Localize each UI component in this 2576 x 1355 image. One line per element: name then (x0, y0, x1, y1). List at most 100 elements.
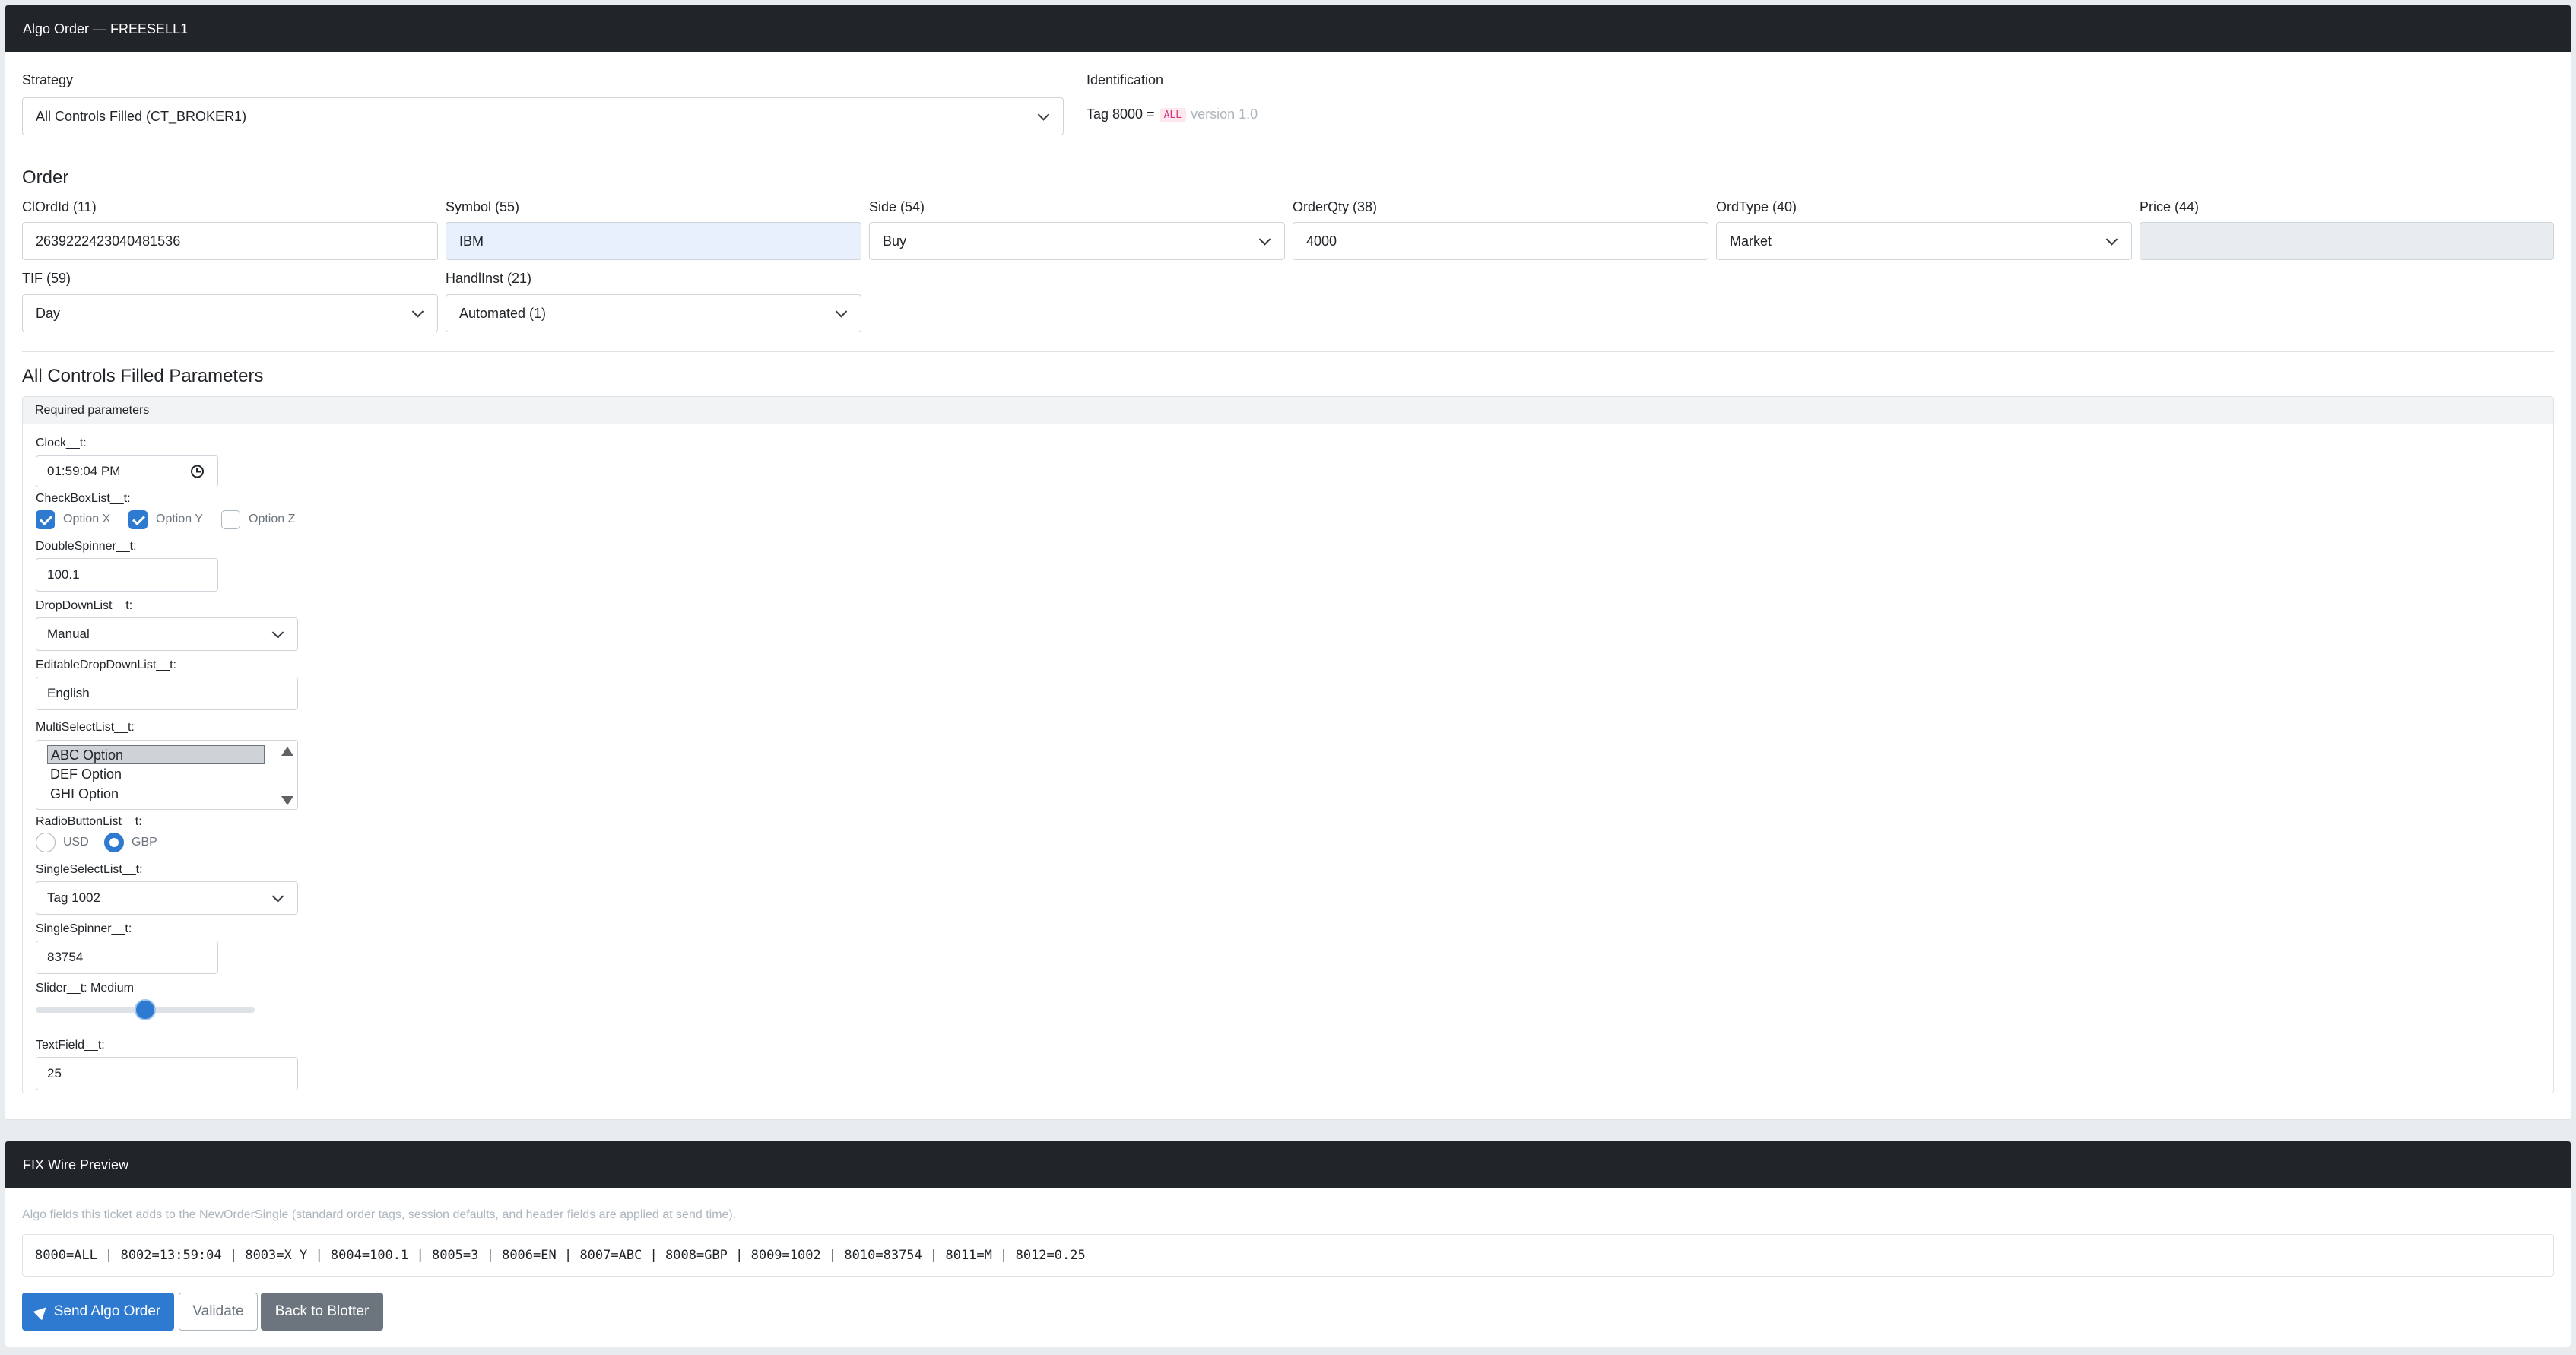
checkboxlist-label: CheckBoxList__t: (36, 492, 131, 505)
clock-value: 01:59:04 PM (47, 464, 121, 478)
doublespinner-label: DoubleSpinner__t: (36, 540, 137, 553)
chevron-down-icon (271, 890, 284, 903)
ordtype-value: Market (1730, 233, 1772, 249)
editabledropdown-label: EditableDropDownList__t: (36, 658, 176, 671)
side-value: Buy (883, 233, 907, 249)
chevron-down-icon (1037, 109, 1050, 121)
symbol-value: IBM (459, 233, 484, 249)
send-icon (33, 1303, 51, 1321)
clordid-input[interactable]: 263922242304048153​6 (22, 222, 438, 260)
scroll-up-icon[interactable] (281, 747, 293, 756)
checkbox-option-y-label: Option Y (156, 512, 203, 525)
radiolist-label: RadioButtonList__t: (36, 815, 142, 828)
radio-gbp[interactable] (104, 833, 124, 852)
checkbox-option-x[interactable] (36, 510, 55, 529)
singlespinner-label: SingleSpinner__t: (36, 922, 132, 935)
fix-note: Algo fields this ticket adds to the NewO… (22, 1208, 737, 1221)
singleselect-value: Tag 1002 (47, 890, 100, 905)
clordid-value: 263922242304048153​6 (36, 233, 181, 249)
fix-wire-preview: 8000=ALL | 8002=13:59:04 | 8003=X Y | 80… (22, 1234, 2554, 1277)
chevron-down-icon (1258, 233, 1271, 246)
card-title: Algo Order — FREESELL1 (23, 21, 189, 36)
fix-preview-card: FIX Wire Preview Algo fields this ticket… (5, 1141, 2571, 1347)
side-select[interactable]: Buy (869, 222, 1285, 260)
order-section-title: Order (22, 167, 69, 188)
doublespinner-input[interactable]: 100.1 (36, 558, 218, 592)
orderqty-label: OrderQty (38) (1293, 199, 1378, 214)
strategy-label: Strategy (22, 72, 74, 87)
fix-card-title: FIX Wire Preview (23, 1157, 129, 1173)
orderqty-value: 4000 (1306, 233, 1337, 249)
card-header: Algo Order — FREESELL1 (5, 5, 2571, 52)
required-parameters-panel: Required parameters (22, 396, 2554, 1093)
handlinst-value: Automated (1) (459, 305, 547, 321)
scroll-down-icon[interactable] (281, 796, 293, 805)
singleselect-select[interactable]: Tag 1002 (36, 881, 298, 915)
tif-select[interactable]: Day (22, 294, 438, 332)
params-section-title: All Controls Filled Parameters (22, 366, 264, 386)
tif-value: Day (36, 305, 61, 321)
symbol-label: Symbol (55) (446, 199, 520, 214)
tag-text: Tag 8000 = (1087, 106, 1155, 122)
clock-input[interactable]: 01:59:04 PM (36, 455, 218, 487)
symbol-input[interactable]: IBM (446, 222, 861, 260)
back-button-label: Back to Blotter (274, 1303, 370, 1319)
multiselect-option-ghi[interactable]: GHI Option (47, 785, 265, 804)
textfield-input[interactable]: 25 (36, 1057, 298, 1090)
multiselect-label: MultiSelectList__t: (36, 721, 135, 734)
checkbox-option-y[interactable] (128, 510, 148, 529)
fix-card-header: FIX Wire Preview (5, 1141, 2571, 1188)
divider (22, 351, 2554, 352)
slider-thumb[interactable] (135, 999, 156, 1020)
send-algo-order-button[interactable]: Send Algo Order (22, 1293, 174, 1331)
clock-icon[interactable] (191, 465, 204, 478)
orderqty-input[interactable]: 4000 (1293, 222, 1708, 260)
tag-value-badge: ALL (1159, 107, 1187, 122)
version-text: version 1.0 (1191, 106, 1258, 122)
doublespinner-value: 100.1 (47, 567, 80, 582)
send-button-label: Send Algo Order (53, 1303, 161, 1319)
ordtype-select[interactable]: Market (1716, 222, 2132, 260)
clock-label: Clock__t: (36, 436, 87, 449)
radio-gbp-label: GBP (132, 836, 157, 849)
handlinst-select[interactable]: Automated (1) (446, 294, 861, 332)
editabledropdown-value: English (47, 686, 90, 700)
required-parameters-header: Required parameters (23, 397, 2553, 424)
textfield-label: TextField__t: (36, 1039, 105, 1052)
editabledropdown-input[interactable]: English (36, 677, 298, 710)
dropdownlist-select[interactable]: Manual (36, 617, 298, 651)
chevron-down-icon (411, 306, 424, 318)
multiselect-option-def[interactable]: DEF Option (47, 765, 265, 784)
checkbox-option-z-label: Option Z (249, 512, 296, 525)
tif-label: TIF (59) (22, 271, 71, 286)
chevron-down-icon (271, 627, 284, 639)
textfield-value: 25 (47, 1066, 62, 1081)
singlespinner-input[interactable]: 83754 (36, 941, 218, 974)
singleselect-label: SingleSelectList__t: (36, 863, 143, 876)
side-label: Side (54) (869, 199, 925, 214)
validate-button[interactable]: Validate (179, 1293, 258, 1331)
ordtype-label: OrdType (40) (1716, 199, 1797, 214)
radio-usd-label: USD (63, 836, 89, 849)
price-input[interactable] (2140, 222, 2554, 260)
strategy-selected-value: All Controls Filled (CT_BROKER1) (36, 108, 247, 124)
handlinst-label: HandlInst (21) (446, 271, 532, 286)
singlespinner-value: 83754 (47, 950, 84, 964)
algo-order-card: Algo Order — FREESELL1 Strategy All Cont… (5, 5, 2571, 1120)
chevron-down-icon (835, 306, 848, 318)
slider-label: Slider__t: Medium (36, 982, 134, 995)
validate-button-label: Validate (192, 1303, 244, 1319)
radio-usd[interactable] (36, 833, 56, 852)
identification-tag: Tag 8000 = ALL version 1.0 (1087, 106, 1258, 122)
checkbox-option-x-label: Option X (63, 512, 111, 525)
strategy-select[interactable]: All Controls Filled (CT_BROKER1) (22, 97, 1064, 135)
chevron-down-icon (2105, 233, 2118, 246)
price-label: Price (44) (2140, 199, 2200, 214)
multiselect-option-abc[interactable]: ABC Option (47, 745, 265, 764)
identification-label: Identification (1087, 72, 1164, 87)
dropdownlist-value: Manual (47, 627, 90, 641)
multiselect-listbox[interactable]: ABC Option DEF Option GHI Option (36, 740, 298, 810)
clordid-label: ClOrdId (11) (22, 199, 97, 214)
checkbox-option-z[interactable] (221, 510, 240, 529)
back-to-blotter-button[interactable]: Back to Blotter (261, 1293, 383, 1331)
